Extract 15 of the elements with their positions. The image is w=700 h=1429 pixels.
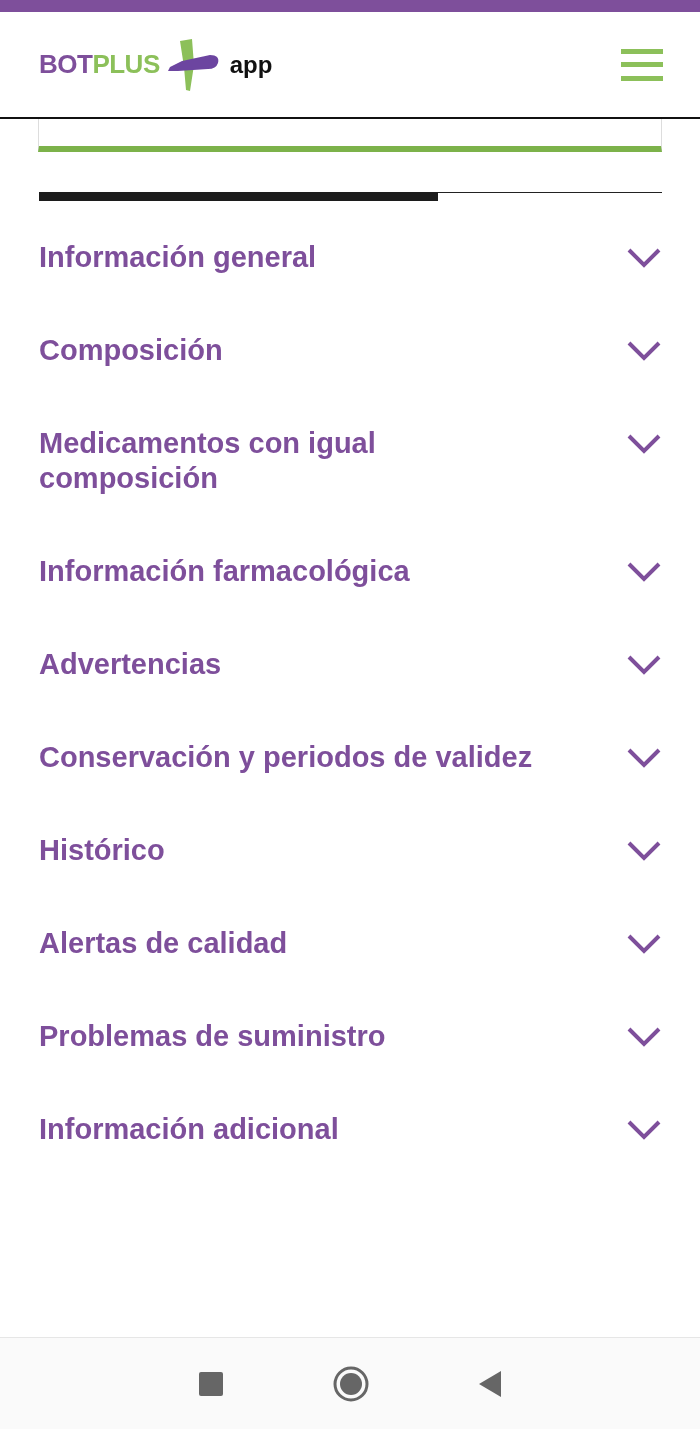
accordion-header[interactable]: Problemas de suministro <box>39 990 662 1083</box>
accordion-header[interactable]: Conservación y periodos de validez <box>39 711 662 804</box>
accordion-header[interactable]: Medicamentos con igual composición <box>39 397 662 525</box>
home-icon[interactable] <box>333 1365 369 1402</box>
accordion-header[interactable]: Histórico <box>39 804 662 897</box>
accordion-header[interactable]: Información adicional <box>39 1083 662 1176</box>
logo-suffix: app <box>229 50 273 79</box>
logo-text: BOTPLUS <box>39 49 160 80</box>
accordion-header[interactable]: Advertencias <box>39 618 662 711</box>
back-icon[interactable] <box>479 1370 501 1397</box>
accordion-header[interactable]: Información farmacológica <box>39 525 662 618</box>
recent-apps-icon[interactable] <box>199 1371 223 1396</box>
accordion-header[interactable]: Información general <box>39 211 662 304</box>
accordion-header[interactable]: Composición <box>39 304 662 397</box>
accordion-header[interactable]: Alertas de calidad <box>39 897 662 990</box>
